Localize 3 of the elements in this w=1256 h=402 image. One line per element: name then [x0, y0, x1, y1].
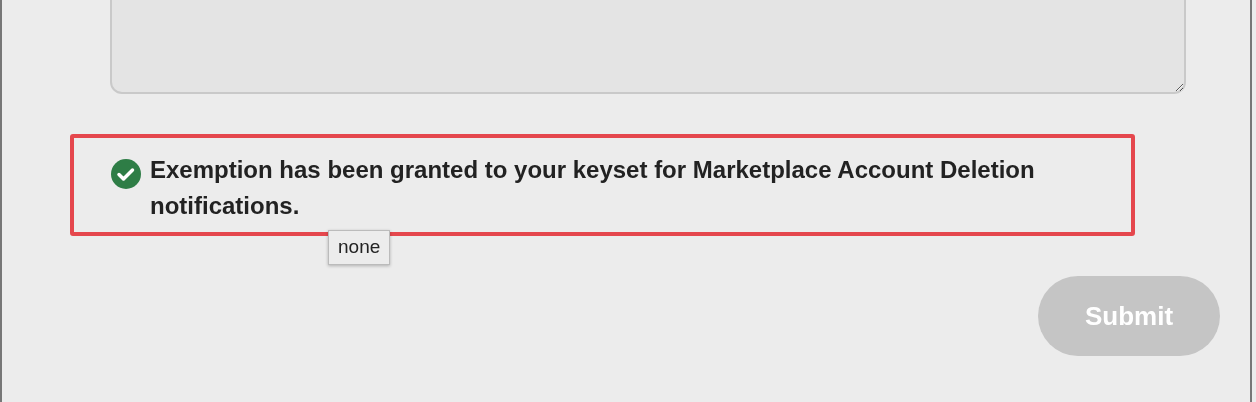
success-message: Exemption has been granted to your keyset for Marketplace Account Deletion notifications. [150, 155, 1036, 221]
check-circle-icon [110, 158, 142, 190]
tooltip: none [328, 230, 391, 265]
